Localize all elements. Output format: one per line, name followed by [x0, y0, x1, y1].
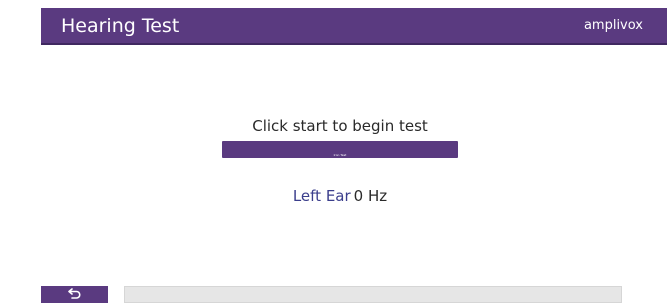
- start-button[interactable]: Iron Test: [222, 141, 458, 158]
- undo-arrow-icon: [68, 288, 81, 299]
- app-title: Hearing Test: [61, 15, 180, 37]
- instruction-text: Click start to begin test: [252, 117, 428, 135]
- brand-logo: amplivox: [583, 18, 643, 33]
- frequency-value: 0 Hz: [353, 187, 388, 205]
- start-button-label: Iron Test: [333, 153, 347, 157]
- status-panel: [124, 286, 622, 303]
- back-button[interactable]: [41, 286, 108, 303]
- ear-frequency-display: Left Ear 0 Hz: [222, 186, 458, 206]
- ear-label: Left Ear: [292, 187, 351, 205]
- app-header: Hearing Test amplivox: [41, 8, 667, 45]
